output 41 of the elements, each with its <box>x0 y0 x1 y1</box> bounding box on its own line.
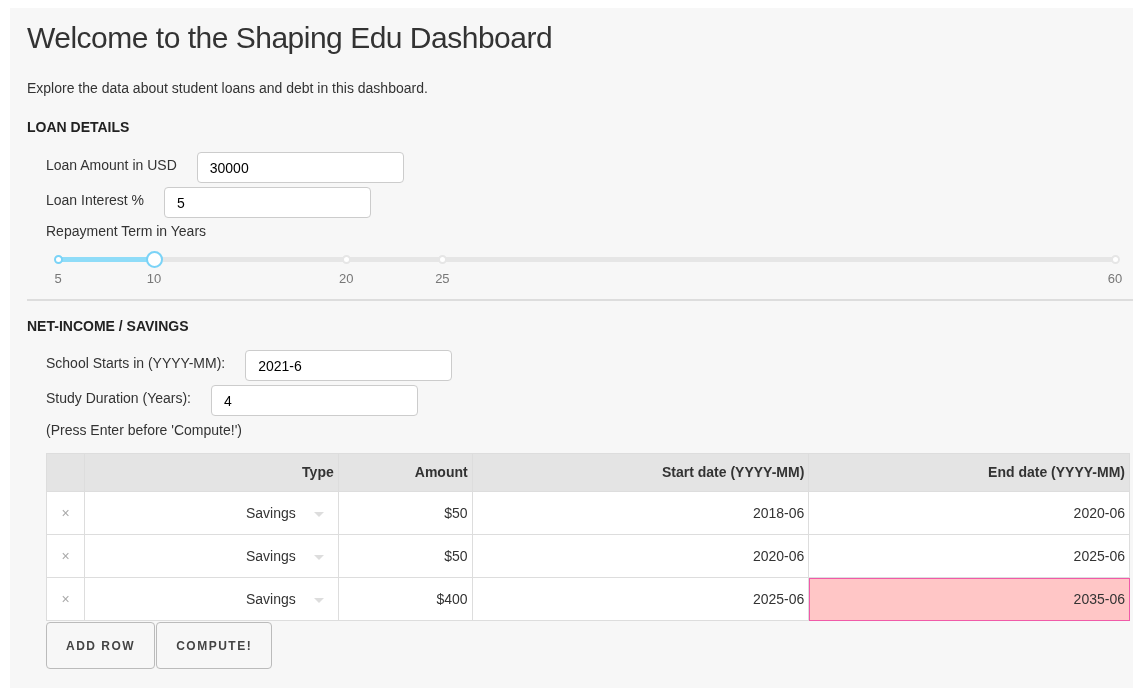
column-header: End date (YYYY-MM) <box>808 453 1130 492</box>
type-select[interactable]: Savings <box>84 534 339 578</box>
table-cell: 2025-06 <box>472 577 809 621</box>
hint-text: (Press Enter before 'Compute!') <box>46 421 243 440</box>
input-field[interactable]: 2021-6 <box>245 350 453 381</box>
slider-tick-label: 25 <box>435 270 450 288</box>
dropdown-arrow-icon <box>313 555 324 561</box>
field-label: Study Duration (Years): <box>46 389 191 408</box>
slider-tick-label: 5 <box>54 270 62 288</box>
column-header: Amount <box>338 453 473 492</box>
type-select[interactable]: Savings <box>84 577 339 621</box>
table-cell: $50 <box>338 534 473 578</box>
table-cell: 2020-06 <box>808 491 1130 535</box>
dropdown-arrow-icon <box>313 598 324 604</box>
type-select[interactable]: Savings <box>84 491 339 535</box>
page-title: Welcome to the Shaping Edu Dashboard <box>27 20 554 56</box>
field-label: Loan Amount in USD <box>46 156 177 175</box>
slider-tick-label: 20 <box>339 270 354 288</box>
input-field[interactable]: 30000 <box>196 152 404 183</box>
slider-label: Repayment Term in Years <box>46 222 208 241</box>
table-cell: 2035-06 <box>808 577 1130 621</box>
input-field[interactable]: 5 <box>164 187 372 218</box>
table-cell: 2025-06 <box>808 534 1130 578</box>
add-row-button[interactable]: ADD ROW <box>46 622 156 669</box>
dropdown-arrow-icon <box>313 512 324 518</box>
field-label: Loan Interest % <box>46 191 145 210</box>
column-header: Start date (YYYY-MM) <box>472 453 809 492</box>
slider-tick-label: 10 <box>146 270 162 288</box>
table-cell: 2018-06 <box>472 491 809 535</box>
field-label: School Starts in (YYYY-MM): <box>46 354 226 373</box>
table-cell: $400 <box>338 577 473 621</box>
compute-button[interactable]: COMPUTE! <box>156 622 273 669</box>
slider-tick-label: 60 <box>1107 270 1123 288</box>
table-cell: 2020-06 <box>472 534 809 578</box>
input-field[interactable]: 4 <box>211 385 418 416</box>
column-header: Type <box>84 453 339 492</box>
slider-handle[interactable] <box>145 251 163 268</box>
intro-text: Explore the data about student loans and debt in this dashboard. <box>27 79 429 98</box>
table-cell: $50 <box>338 491 473 535</box>
section-heading: LOAN DETAILS <box>27 118 131 137</box>
section-heading: NET-INCOME / SAVINGS <box>27 317 190 336</box>
